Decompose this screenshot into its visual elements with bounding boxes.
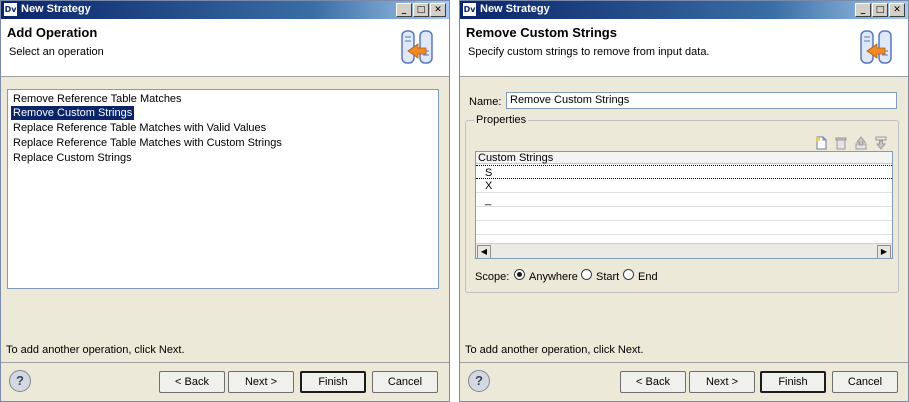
scroll-left-icon[interactable]: ◀: [477, 245, 491, 258]
finish-button[interactable]: Finish: [300, 371, 366, 393]
strategy-wizard-icon: [401, 30, 433, 64]
strategy-wizard-icon: [860, 30, 892, 64]
operation-list[interactable]: Remove Reference Table Matches Remove Cu…: [7, 89, 439, 289]
window-title: New Strategy: [21, 3, 91, 15]
list-item[interactable]: Remove Custom Strings: [11, 106, 135, 120]
wizard-header: Add Operation Select an operation: [1, 19, 449, 77]
scope-anywhere-radio[interactable]: [514, 269, 525, 280]
title-bar[interactable]: Dv New Strategy _ □ ✕: [460, 1, 908, 19]
properties-group: Properties Custom Strings S X _ ◀ ▶ Scop…: [465, 114, 899, 293]
remove-custom-strings-dialog: Dv New Strategy _ □ ✕ Remove Custom Stri…: [459, 0, 909, 402]
button-bar: ? < Back Next > Finish Cancel: [1, 362, 449, 401]
window-controls: _ □ ✕: [395, 3, 446, 17]
column-header-custom-strings[interactable]: Custom Strings: [476, 152, 892, 164]
hint-text: To add another operation, click Next.: [6, 344, 185, 356]
window-title: New Strategy: [480, 3, 550, 15]
close-button[interactable]: ✕: [889, 3, 905, 17]
minimize-button[interactable]: _: [396, 3, 412, 17]
move-down-icon[interactable]: [874, 136, 888, 150]
name-label: Name:: [469, 96, 502, 108]
scope-end-label[interactable]: End: [638, 271, 658, 283]
app-icon: Dv: [4, 3, 17, 16]
scope-anywhere-label[interactable]: Anywhere: [529, 271, 578, 283]
move-up-icon[interactable]: [854, 136, 868, 150]
scope-end-radio[interactable]: [623, 269, 634, 280]
page-subtitle: Select an operation: [9, 46, 104, 58]
scope-label: Scope:: [475, 271, 510, 283]
wizard-header: Remove Custom Strings Specify custom str…: [460, 19, 908, 77]
maximize-button[interactable]: □: [872, 3, 888, 17]
next-button[interactable]: Next >: [689, 371, 755, 393]
table-row[interactable]: _: [476, 193, 892, 207]
maximize-button[interactable]: □: [413, 3, 429, 17]
properties-label: Properties: [474, 114, 529, 126]
minimize-button[interactable]: _: [855, 3, 871, 17]
add-operation-dialog: Dv New Strategy _ □ ✕ Add Operation Sele…: [0, 0, 450, 402]
list-item[interactable]: Replace Reference Table Matches with Cus…: [11, 136, 284, 150]
table-row[interactable]: S: [476, 165, 892, 179]
hint-text: To add another operation, click Next.: [465, 344, 644, 356]
custom-strings-table[interactable]: Custom Strings S X _ ◀ ▶: [475, 151, 893, 259]
title-bar[interactable]: Dv New Strategy _ □ ✕: [1, 1, 449, 19]
back-button[interactable]: < Back: [159, 371, 225, 393]
app-icon: Dv: [463, 3, 476, 16]
button-bar: ? < Back Next > Finish Cancel: [460, 362, 908, 401]
new-icon[interactable]: [814, 136, 828, 150]
window-controls: _ □ ✕: [854, 3, 905, 17]
help-button[interactable]: ?: [468, 370, 490, 392]
list-item[interactable]: Replace Reference Table Matches with Val…: [11, 121, 268, 135]
table-toolbar: [808, 136, 888, 150]
page-title: Add Operation: [7, 25, 98, 40]
horizontal-scrollbar[interactable]: ◀ ▶: [476, 243, 892, 258]
table-row[interactable]: X: [476, 179, 892, 193]
scroll-right-icon[interactable]: ▶: [877, 245, 891, 258]
list-item[interactable]: Remove Reference Table Matches: [11, 92, 184, 106]
page-title: Remove Custom Strings: [466, 25, 617, 40]
close-button[interactable]: ✕: [430, 3, 446, 17]
cancel-button[interactable]: Cancel: [372, 371, 438, 393]
scope-start-label[interactable]: Start: [596, 271, 619, 283]
list-item[interactable]: Replace Custom Strings: [11, 151, 134, 165]
delete-icon[interactable]: [834, 136, 848, 150]
scope-start-radio[interactable]: [581, 269, 592, 280]
finish-button[interactable]: Finish: [760, 371, 826, 393]
table-row[interactable]: [476, 221, 892, 235]
next-button[interactable]: Next >: [228, 371, 294, 393]
back-button[interactable]: < Back: [620, 371, 686, 393]
cancel-button[interactable]: Cancel: [832, 371, 898, 393]
name-input[interactable]: Remove Custom Strings: [506, 92, 897, 109]
help-button[interactable]: ?: [9, 370, 31, 392]
page-subtitle: Specify custom strings to remove from in…: [468, 46, 710, 58]
table-row[interactable]: [476, 207, 892, 221]
